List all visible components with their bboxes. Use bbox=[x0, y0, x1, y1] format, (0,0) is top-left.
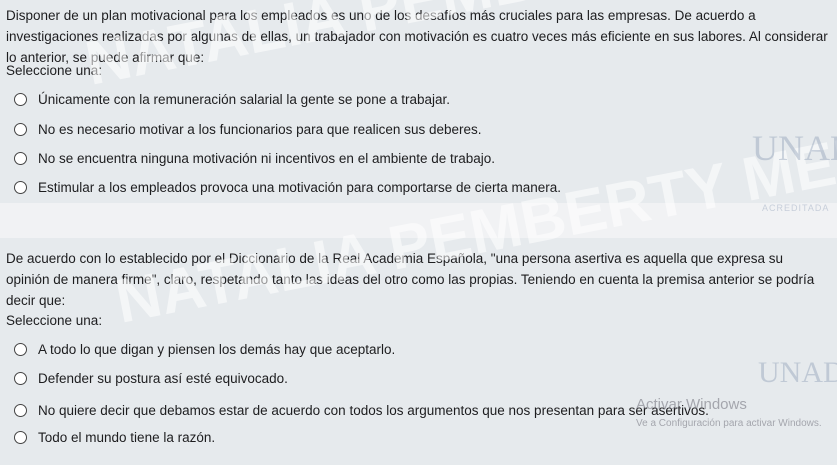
option-label: Defender su postura así esté equivocado. bbox=[38, 370, 288, 386]
radio-button[interactable] bbox=[14, 180, 27, 194]
question-2-select-label: Seleccione una: bbox=[6, 313, 103, 328]
question-2-option-3[interactable]: No quiere decir que debamos estar de acu… bbox=[14, 400, 709, 420]
question-2-option-1[interactable]: A todo lo que digan y piensen los demás … bbox=[14, 339, 395, 359]
option-label: Todo el mundo tiene la razón. bbox=[38, 429, 216, 445]
question-2-panel: De acuerdo con lo establecido por el Dic… bbox=[0, 238, 837, 465]
question-2-option-4[interactable]: Todo el mundo tiene la razón. bbox=[14, 427, 215, 447]
option-label: No quiere decir que debamos estar de acu… bbox=[38, 402, 709, 418]
radio-button[interactable] bbox=[14, 403, 27, 417]
radio-button[interactable] bbox=[14, 430, 27, 444]
question-1-panel: Disponer de un plan motivacional para lo… bbox=[0, 0, 837, 203]
question-1-option-3[interactable]: No se encuentra ninguna motivación ni in… bbox=[14, 148, 495, 168]
radio-button[interactable] bbox=[14, 342, 27, 356]
question-1-option-4[interactable]: Estimular a los empleados provoca una mo… bbox=[14, 177, 561, 197]
question-2-option-2[interactable]: Defender su postura así esté equivocado. bbox=[14, 368, 288, 388]
option-label: No es necesario motivar a los funcionari… bbox=[38, 121, 482, 137]
option-label: Estimular a los empleados provoca una mo… bbox=[38, 179, 562, 195]
radio-button[interactable] bbox=[14, 92, 27, 106]
radio-button[interactable] bbox=[14, 151, 27, 165]
option-label: No se encuentra ninguna motivación ni in… bbox=[38, 150, 496, 166]
radio-button[interactable] bbox=[14, 371, 27, 385]
option-label: A todo lo que digan y piensen los demás … bbox=[38, 341, 396, 357]
question-2-text: De acuerdo con lo establecido por el Dic… bbox=[6, 251, 815, 308]
question-1-text: Disponer de un plan motivacional para lo… bbox=[6, 8, 828, 65]
question-1-option-2[interactable]: No es necesario motivar a los funcionari… bbox=[14, 119, 482, 139]
option-label: Únicamente con la remuneración salarial … bbox=[38, 91, 450, 107]
radio-button[interactable] bbox=[14, 122, 27, 136]
accreditation-label: ACREDITADA bbox=[762, 203, 830, 213]
question-1-option-1[interactable]: Únicamente con la remuneración salarial … bbox=[14, 89, 450, 109]
question-1-select-label: Seleccione una: bbox=[6, 63, 103, 78]
